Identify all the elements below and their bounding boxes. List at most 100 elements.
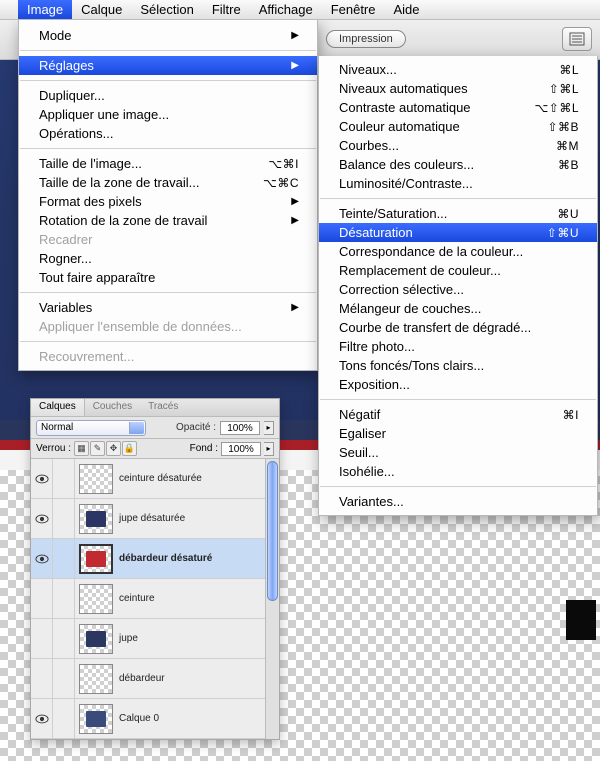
- layer-name[interactable]: jupe désaturée: [117, 513, 185, 524]
- menu-reglages-item[interactable]: Filtre photo...: [319, 337, 597, 356]
- fill-field[interactable]: 100%: [221, 442, 261, 456]
- menu-reglages-item[interactable]: Désaturation⇧⌘U: [319, 223, 597, 242]
- lock-position-icon[interactable]: ✥: [106, 441, 121, 456]
- menu-reglages-item[interactable]: Exposition...: [319, 375, 597, 394]
- lock-all-icon[interactable]: 🔒: [122, 441, 137, 456]
- scrollbar-thumb[interactable]: [267, 461, 278, 601]
- fill-stepper[interactable]: ▸: [264, 442, 274, 456]
- menubar-item-sélection[interactable]: Sélection: [131, 0, 202, 19]
- layer-thumbnail[interactable]: [79, 504, 113, 534]
- menu-reglages-item[interactable]: Tons foncés/Tons clairs...: [319, 356, 597, 375]
- layer-name[interactable]: débardeur désaturé: [117, 553, 212, 564]
- menu-reglages-item[interactable]: Egaliser: [319, 424, 597, 443]
- menu-reglages-item[interactable]: Teinte/Saturation...⌘U: [319, 204, 597, 223]
- layer-link-cell[interactable]: [53, 459, 75, 499]
- layer-visibility-toggle[interactable]: [31, 539, 53, 579]
- menu-image-item[interactable]: Réglages▶: [19, 56, 317, 75]
- menubar-item-calque[interactable]: Calque: [72, 0, 131, 19]
- layer-visibility-toggle[interactable]: [31, 499, 53, 539]
- opacity-field[interactable]: 100%: [220, 421, 260, 435]
- menu-reglages-item[interactable]: Courbes...⌘M: [319, 136, 597, 155]
- menu-image-item: Recouvrement...: [19, 347, 317, 366]
- menu-image-item[interactable]: Rotation de la zone de travail▶: [19, 211, 317, 230]
- menubar-item-fenêtre[interactable]: Fenêtre: [322, 0, 385, 19]
- menu-reglages-item[interactable]: Seuil...: [319, 443, 597, 462]
- menu-image-item[interactable]: Format des pixels▶: [19, 192, 317, 211]
- layer-link-cell[interactable]: [53, 659, 75, 699]
- menu-reglages-item[interactable]: Mélangeur de couches...: [319, 299, 597, 318]
- layer-link-cell[interactable]: [53, 579, 75, 619]
- menu-reglages-item[interactable]: Luminosité/Contraste...: [319, 174, 597, 193]
- menu-reglages-item[interactable]: Courbe de transfert de dégradé...: [319, 318, 597, 337]
- menu-image-item[interactable]: Opérations...: [19, 124, 317, 143]
- menu-reglages-item[interactable]: Contraste automatique⌥⇧⌘L: [319, 98, 597, 117]
- layer-row[interactable]: jupe désaturée: [31, 499, 279, 539]
- layer-thumbnail[interactable]: [79, 544, 113, 574]
- layer-thumbnail[interactable]: [79, 704, 113, 734]
- layer-visibility-toggle[interactable]: [31, 699, 53, 739]
- menu-reglages-item[interactable]: Négatif⌘I: [319, 405, 597, 424]
- layer-thumbnail[interactable]: [79, 464, 113, 494]
- menu-reglages-item[interactable]: Balance des couleurs...⌘B: [319, 155, 597, 174]
- layer-name[interactable]: ceinture désaturée: [117, 473, 202, 484]
- menubar-item-image[interactable]: Image: [18, 0, 72, 19]
- menubar-item-filtre[interactable]: Filtre: [203, 0, 250, 19]
- layer-name[interactable]: Calque 0: [117, 713, 159, 724]
- menu-item-label: Variables: [39, 300, 92, 315]
- opacity-stepper[interactable]: ▸: [264, 421, 274, 435]
- menu-image-item[interactable]: Dupliquer...: [19, 86, 317, 105]
- layer-link-cell[interactable]: [53, 499, 75, 539]
- layer-name[interactable]: jupe: [117, 633, 138, 644]
- layer-link-cell[interactable]: [53, 699, 75, 739]
- layers-scrollbar[interactable]: [265, 459, 279, 739]
- layer-visibility-toggle[interactable]: [31, 619, 53, 659]
- menu-image-item[interactable]: Rogner...: [19, 249, 317, 268]
- layer-thumbnail[interactable]: [79, 624, 113, 654]
- layer-row[interactable]: débardeur: [31, 659, 279, 699]
- menu-reglages-item[interactable]: Remplacement de couleur...: [319, 261, 597, 280]
- menu-image-item[interactable]: Tout faire apparaître: [19, 268, 317, 287]
- layer-visibility-toggle[interactable]: [31, 579, 53, 619]
- menu-item-label: Exposition...: [339, 377, 410, 392]
- layer-row[interactable]: débardeur désaturé: [31, 539, 279, 579]
- menu-item-label: Courbes...: [339, 138, 399, 153]
- layer-row[interactable]: ceinture désaturée: [31, 459, 279, 499]
- layer-name[interactable]: débardeur: [117, 673, 165, 684]
- layer-thumbnail[interactable]: [79, 584, 113, 614]
- menu-item-label: Couleur automatique: [339, 119, 460, 134]
- menu-reglages-item[interactable]: Correction sélective...: [319, 280, 597, 299]
- menu-image-item[interactable]: Mode▶: [19, 26, 317, 45]
- menu-reglages-item[interactable]: Niveaux...⌘L: [319, 60, 597, 79]
- panel-tab-couches[interactable]: Couches: [85, 399, 140, 416]
- menu-image-item[interactable]: Taille de la zone de travail...⌥⌘C: [19, 173, 317, 192]
- palette-toggle-button[interactable]: [562, 27, 592, 51]
- layer-visibility-toggle[interactable]: [31, 659, 53, 699]
- impression-button[interactable]: Impression: [326, 30, 406, 48]
- menu-reglages-item[interactable]: Correspondance de la couleur...: [319, 242, 597, 261]
- layer-row[interactable]: jupe: [31, 619, 279, 659]
- blend-mode-select[interactable]: Normal: [36, 420, 146, 436]
- panel-tab-calques[interactable]: Calques: [31, 399, 85, 416]
- menu-shortcut: ⌘I: [541, 408, 579, 422]
- menu-reglages-item[interactable]: Couleur automatique⇧⌘B: [319, 117, 597, 136]
- menubar-item-affichage[interactable]: Affichage: [250, 0, 322, 19]
- layer-visibility-toggle[interactable]: [31, 459, 53, 499]
- menu-image-item[interactable]: Taille de l'image...⌥⌘I: [19, 154, 317, 173]
- menubar-item-aide[interactable]: Aide: [385, 0, 429, 19]
- layer-name[interactable]: ceinture: [117, 593, 155, 604]
- lock-pixels-icon[interactable]: ✎: [90, 441, 105, 456]
- menu-reglages-item[interactable]: Niveaux automatiques⇧⌘L: [319, 79, 597, 98]
- layer-link-cell[interactable]: [53, 539, 75, 579]
- layer-row[interactable]: Calque 0: [31, 699, 279, 739]
- layer-row[interactable]: ceinture: [31, 579, 279, 619]
- lock-transparency-icon[interactable]: ▦: [74, 441, 89, 456]
- menu-item-label: Seuil...: [339, 445, 379, 460]
- menu-reglages-item[interactable]: Variantes...: [319, 492, 597, 511]
- menu-image-item[interactable]: Variables▶: [19, 298, 317, 317]
- layer-link-cell[interactable]: [53, 619, 75, 659]
- panel-tab-tracés[interactable]: Tracés: [140, 399, 186, 416]
- menu-reglages-item[interactable]: Isohélie...: [319, 462, 597, 481]
- layer-thumbnail[interactable]: [79, 664, 113, 694]
- menu-image-item[interactable]: Appliquer une image...: [19, 105, 317, 124]
- menu-item-label: Taille de la zone de travail...: [39, 175, 199, 190]
